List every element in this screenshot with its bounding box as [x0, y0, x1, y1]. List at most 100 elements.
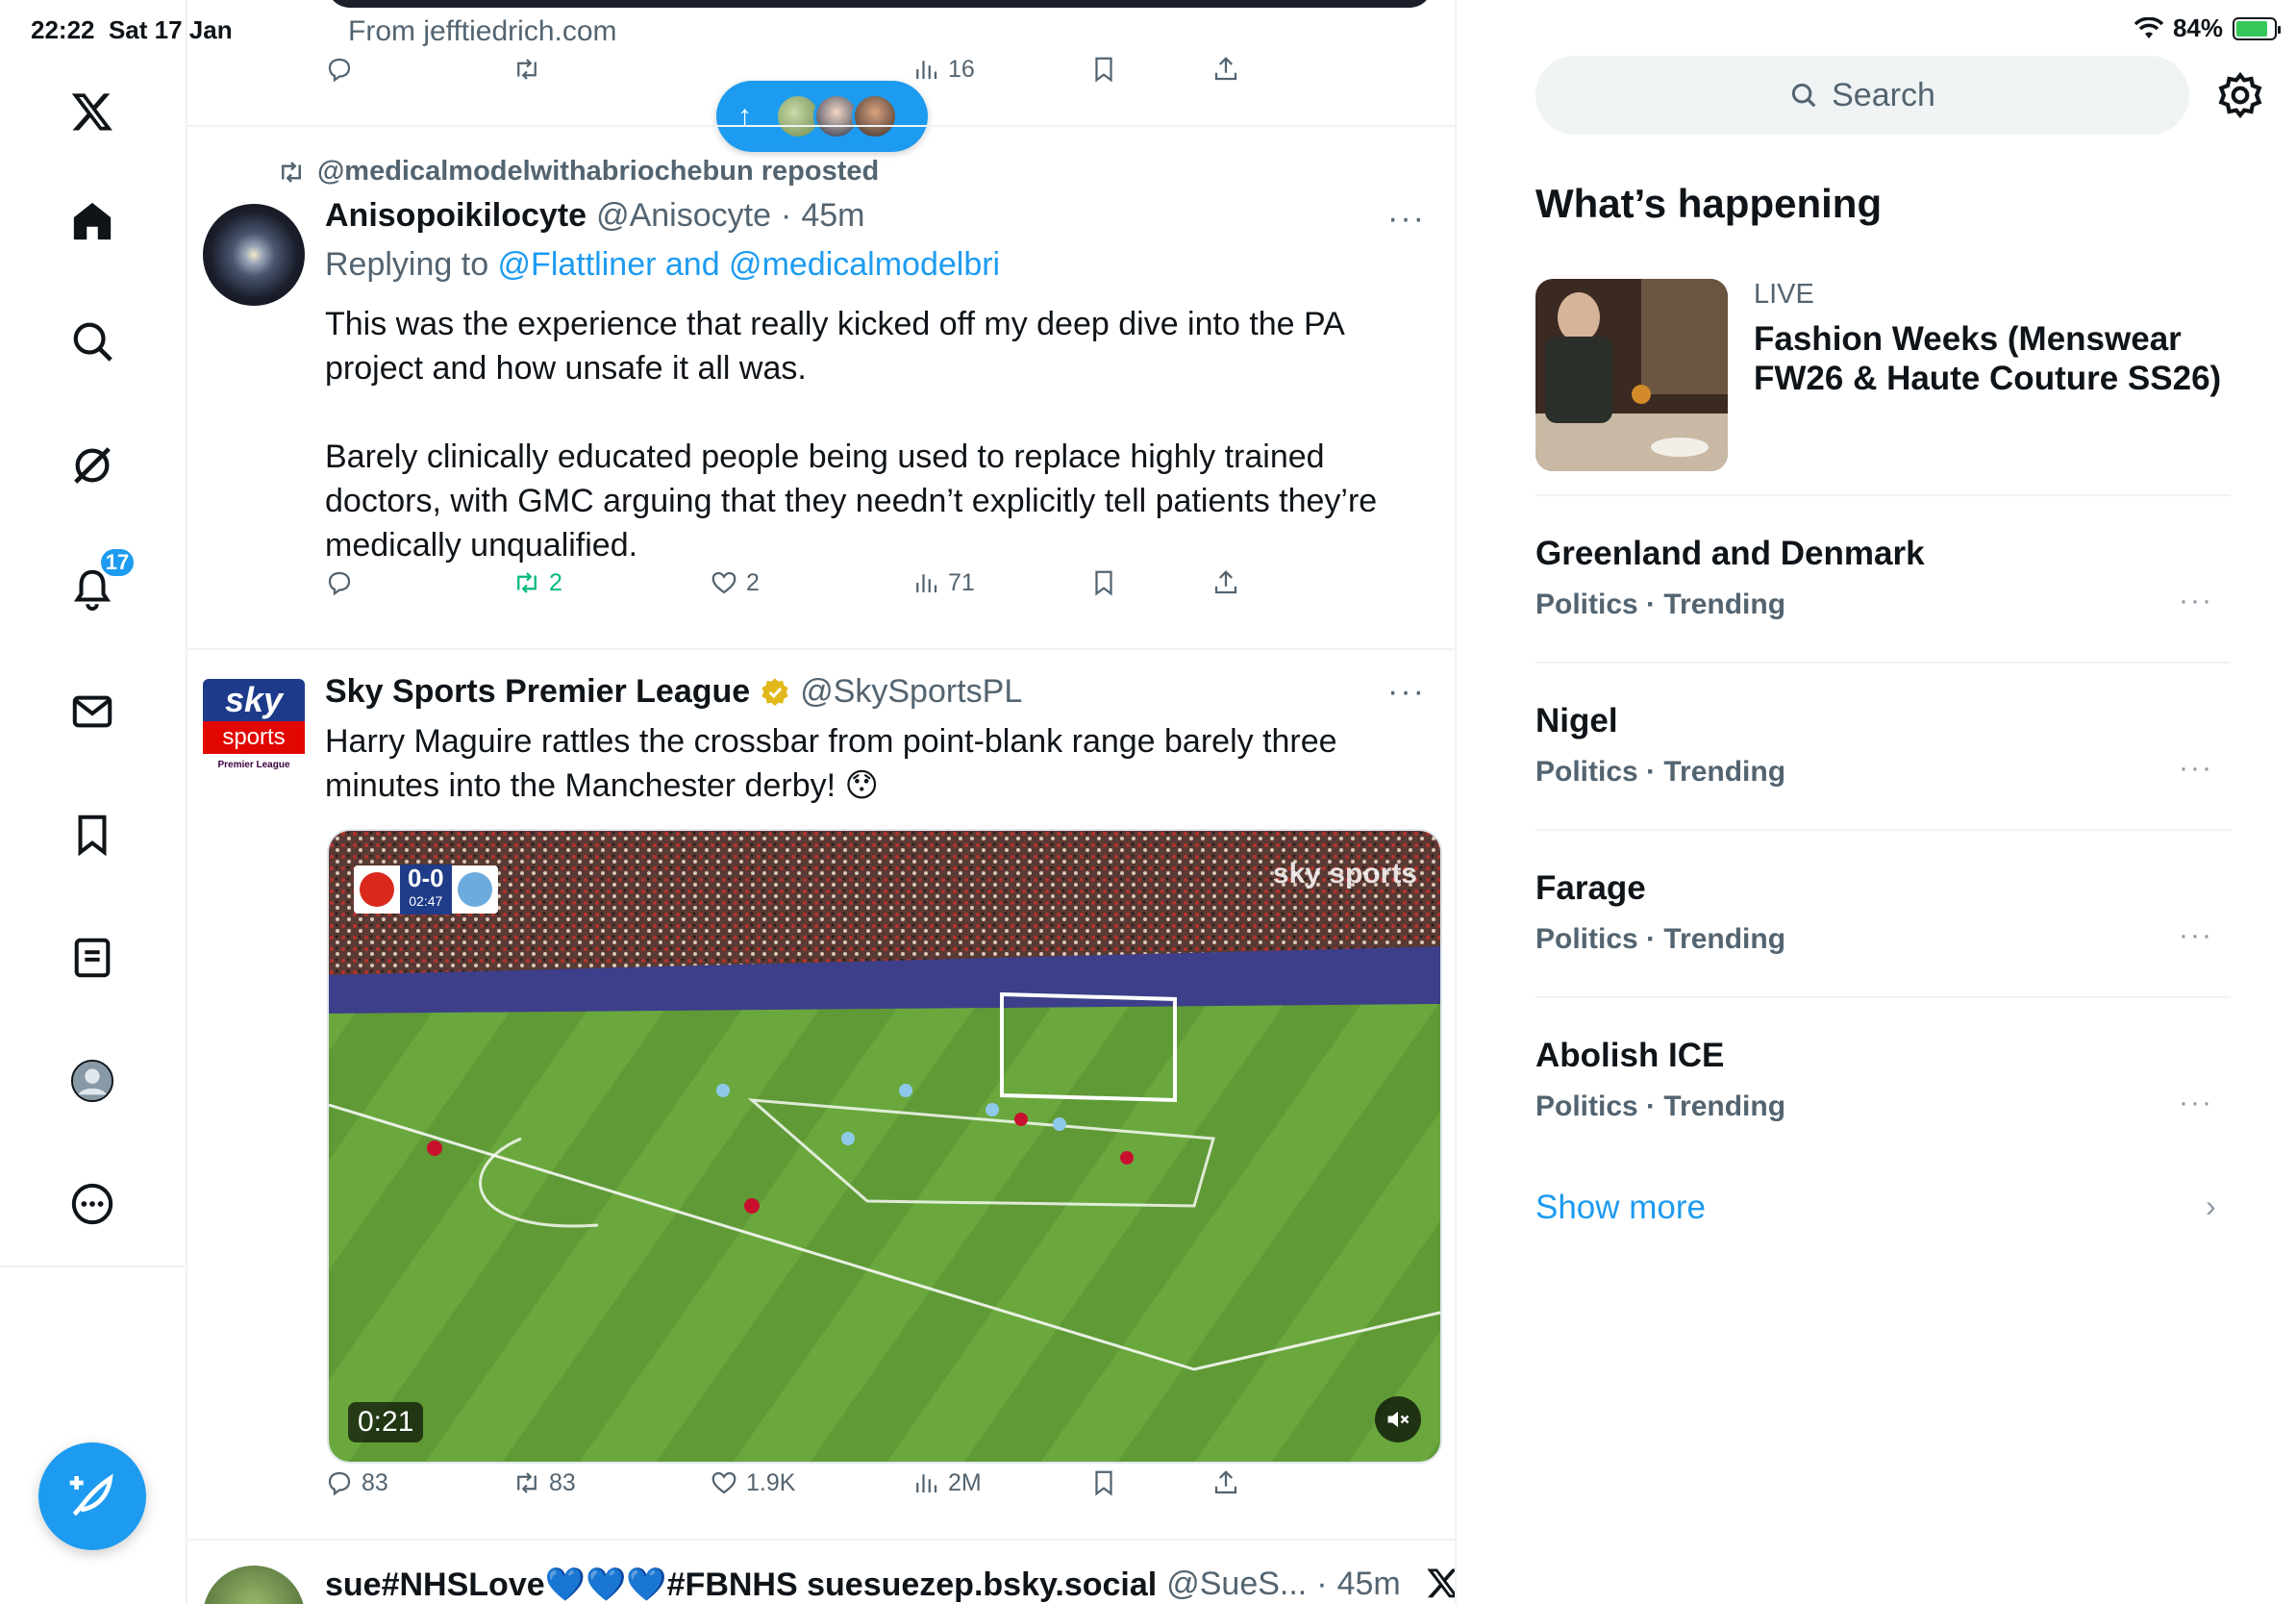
views-button[interactable]: 71: [911, 568, 975, 597]
new-posts-button[interactable]: ↑: [716, 81, 928, 152]
views-icon: [916, 574, 937, 592]
video-duration: 0:21: [348, 1402, 424, 1442]
x-logo-icon: [1427, 1568, 1455, 1598]
timeline[interactable]: From jefftiedrich.com 16 ↑ @medicalmodel…: [186, 0, 1457, 1604]
share-button[interactable]: [1211, 55, 1240, 84]
divider: [187, 125, 1455, 127]
broadcaster-watermark: sky sports: [1272, 858, 1417, 890]
views-icon: [916, 1474, 937, 1492]
divider: [1535, 829, 2231, 831]
more-options-icon[interactable]: ···: [2179, 1087, 2213, 1119]
search-icon: [1792, 83, 1816, 108]
views-button[interactable]: 2M: [911, 1468, 982, 1497]
like-button[interactable]: 1.9K: [710, 1468, 795, 1497]
timestamp[interactable]: 45m: [801, 197, 864, 235]
chevron-right-icon[interactable]: ›: [2206, 1189, 2216, 1224]
mute-button[interactable]: [1375, 1396, 1421, 1442]
separator-dot: ·: [1316, 1566, 1328, 1602]
more-options-icon[interactable]: ···: [2179, 919, 2213, 952]
profile-avatar[interactable]: [62, 1050, 123, 1112]
search-input[interactable]: Search: [1535, 56, 2189, 135]
grok-icon[interactable]: [62, 435, 123, 496]
repost-label: @medicalmodelwithabriochebun reposted: [277, 156, 879, 188]
views-button[interactable]: 16: [911, 55, 975, 84]
timestamp[interactable]: 45m: [1337, 1566, 1401, 1604]
author-name[interactable]: sue#NHSLove💙💙💙#FBNHS suesuezep.bsky.soci…: [325, 1566, 1157, 1604]
left-nav: 17: [0, 0, 186, 1604]
bookmark-button[interactable]: [1089, 1468, 1118, 1497]
compose-button[interactable]: [38, 1442, 146, 1550]
bookmark-button[interactable]: [1089, 55, 1118, 84]
trend-item[interactable]: Farage Politics · Trending ···: [1535, 869, 2231, 985]
live-event-thumbnail: [1535, 279, 1728, 471]
show-more-link[interactable]: Show more: [1535, 1189, 1706, 1227]
team-crest-away: [457, 872, 492, 907]
lists-icon[interactable]: [62, 927, 123, 989]
battery-icon: [2233, 16, 2281, 40]
reply-icon: [328, 571, 351, 596]
messages-icon[interactable]: [62, 681, 123, 742]
author-name[interactable]: Anisopoikilocyte: [325, 197, 586, 235]
repost-icon: [517, 572, 537, 593]
divider: [187, 648, 1455, 650]
match-clock: 02:47: [409, 893, 443, 909]
repost-button[interactable]: 2: [512, 568, 562, 597]
trend-item[interactable]: Abolish ICE Politics · Trending ···: [1535, 1037, 2231, 1152]
trend-item[interactable]: Nigel Politics · Trending ···: [1535, 702, 2231, 817]
battery-level: [2236, 20, 2267, 37]
trend-name: Nigel: [1535, 702, 1618, 739]
repost-count: 83: [549, 1468, 576, 1496]
views-count: 2M: [948, 1468, 982, 1496]
reply-button[interactable]: 83: [325, 1468, 388, 1497]
live-label: LIVE: [1754, 279, 1814, 310]
share-icon: [1214, 570, 1237, 594]
repost-button[interactable]: 83: [512, 1468, 576, 1497]
search-icon[interactable]: [62, 311, 123, 372]
more-icon[interactable]: [62, 1173, 123, 1235]
notifications-badge: 17: [98, 546, 137, 579]
author-name[interactable]: Sky Sports Premier League: [325, 673, 750, 711]
reply-button[interactable]: [325, 55, 354, 84]
video-player[interactable]: 0-0 02:47 sky sports 0:21: [327, 829, 1442, 1464]
notifications-icon[interactable]: 17: [62, 546, 137, 619]
live-event-card[interactable]: LIVE Fashion Weeks (Menswear FW26 & Haut…: [1535, 279, 2228, 471]
arrow-up-icon: ↑: [737, 100, 752, 132]
tweet-header: Sky Sports Premier League @SkySportsPL: [325, 673, 1022, 711]
repost-by-text: @medicalmodelwithabriochebun reposted: [317, 156, 880, 187]
author-handle[interactable]: @SueS...: [1166, 1566, 1307, 1604]
repost-button[interactable]: [512, 55, 541, 84]
card-source-link[interactable]: From jefftiedrich.com: [348, 15, 617, 48]
x-logo-icon[interactable]: [62, 81, 123, 142]
home-icon[interactable]: [62, 190, 123, 252]
bookmark-icon: [1095, 57, 1112, 83]
avatar[interactable]: [203, 204, 305, 306]
gear-icon[interactable]: [2216, 71, 2264, 119]
author-handle[interactable]: @SkySportsPL: [800, 673, 1022, 711]
reply-icon: [328, 1471, 351, 1496]
previous-tweet-media[interactable]: [327, 0, 1433, 8]
more-options-icon[interactable]: ···: [1387, 200, 1426, 238]
more-options-icon[interactable]: ···: [2179, 752, 2213, 785]
bookmarks-icon[interactable]: [62, 804, 123, 865]
tweet-text: Harry Maguire rattles the crossbar from …: [325, 723, 1347, 804]
author-handle[interactable]: @Anisocyte: [596, 197, 771, 235]
sky-sports-avatar[interactable]: sky sports Premier League: [203, 679, 305, 781]
avatar[interactable]: [203, 1566, 305, 1604]
reply-button[interactable]: [325, 568, 354, 597]
more-options-icon[interactable]: ···: [1387, 673, 1426, 711]
repost-icon: [517, 1472, 537, 1493]
score-text: 0-0: [408, 864, 444, 892]
share-button[interactable]: [1211, 1468, 1240, 1497]
heart-icon: [711, 571, 736, 594]
whats-happening-title: What’s happening: [1535, 181, 1883, 226]
divider: [1535, 662, 2231, 664]
share-button[interactable]: [1211, 568, 1240, 597]
bookmark-button[interactable]: [1089, 568, 1118, 597]
like-button[interactable]: 2: [710, 568, 760, 597]
sky-logo-top: sky: [203, 679, 305, 721]
share-icon: [1214, 57, 1237, 81]
more-options-icon[interactable]: ···: [2179, 585, 2213, 617]
trend-item[interactable]: Greenland and Denmark Politics · Trendin…: [1535, 535, 2231, 650]
repost-icon: [517, 59, 537, 80]
replying-to-users[interactable]: @Flattliner and @medicalmodelbri: [498, 246, 1001, 283]
